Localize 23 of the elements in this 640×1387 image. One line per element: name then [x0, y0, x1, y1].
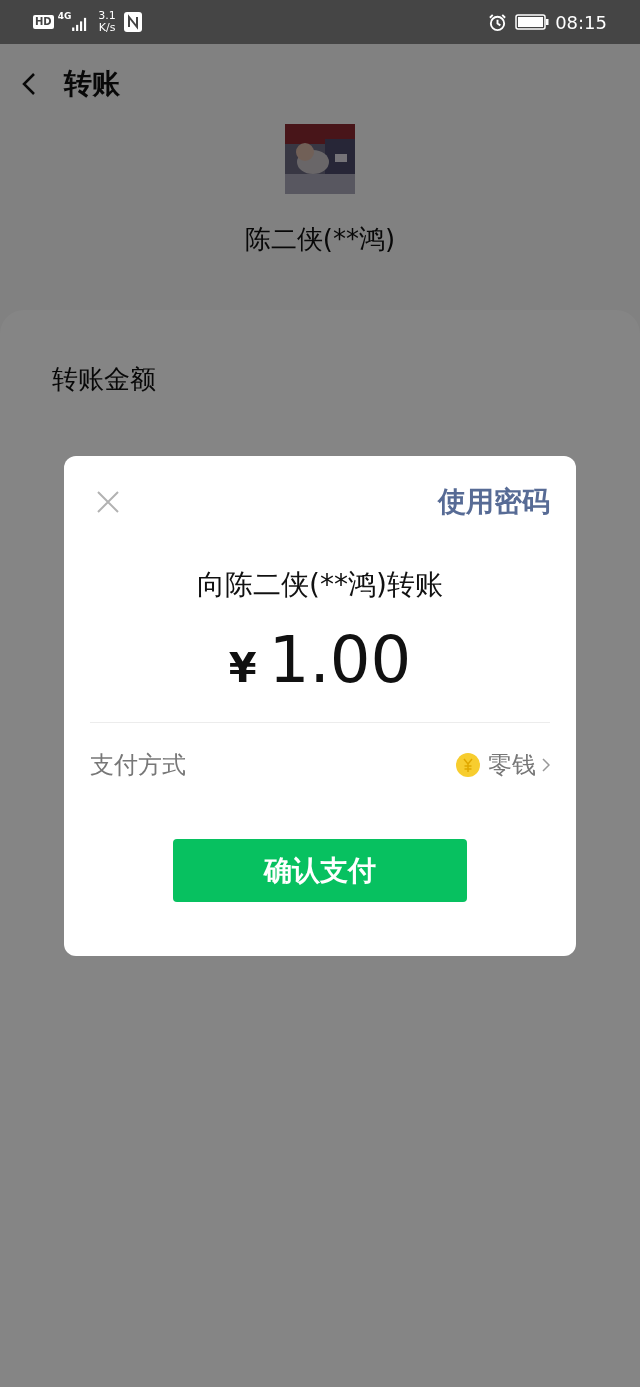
amount-label: 转账金额 [52, 363, 157, 396]
network-type: 4G [57, 12, 72, 21]
battery-icon [515, 14, 550, 30]
close-icon[interactable] [96, 490, 120, 514]
coin-icon [456, 753, 480, 777]
signal-icon [72, 17, 89, 31]
use-password-link[interactable]: 使用密码 [438, 481, 550, 523]
payment-amount: 1.00 [268, 622, 412, 699]
chevron-right-icon[interactable] [542, 758, 550, 772]
nfc-icon [123, 12, 142, 32]
method-label: 支付方式 [90, 750, 186, 781]
speed-unit: K/s [98, 22, 116, 34]
payee-name: 陈二侠(**鸿) [244, 223, 396, 256]
page-title: 转账 [64, 66, 120, 102]
alarm-icon [488, 12, 508, 32]
confirm-payment-button[interactable]: 确认支付 [173, 839, 467, 902]
back-icon[interactable] [22, 72, 36, 96]
method-value[interactable]: 零钱 [488, 747, 536, 783]
speed-value: 3.1 [98, 10, 116, 22]
currency-symbol: ¥ [228, 644, 257, 693]
dialog-title: 向陈二侠(**鸿)转账 [197, 567, 443, 603]
hd-badge: HD [33, 15, 54, 29]
clock-time: 08:15 [555, 10, 607, 35]
